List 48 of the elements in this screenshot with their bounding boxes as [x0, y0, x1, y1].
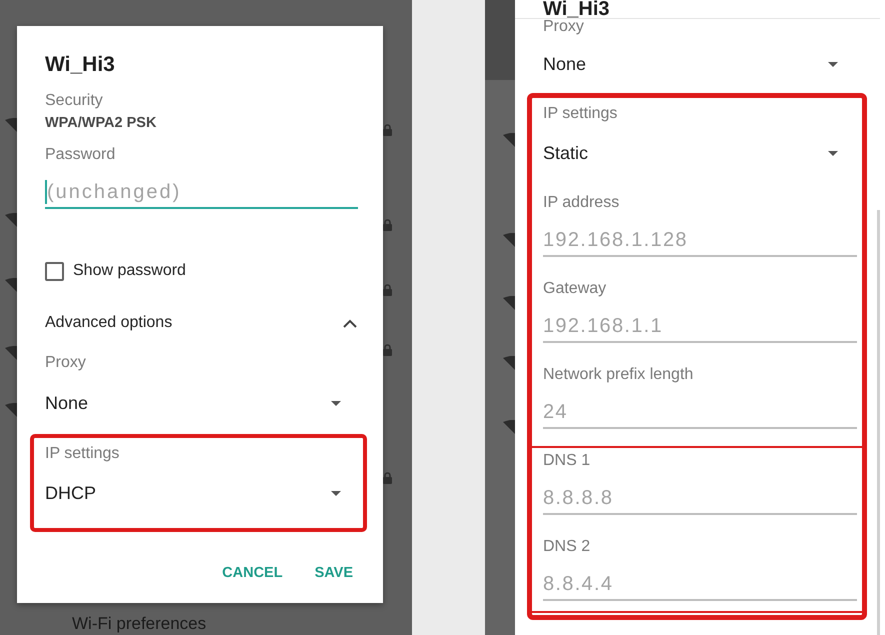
proxy-dropdown[interactable]: None — [45, 392, 358, 414]
field-label: Proxy — [45, 354, 87, 372]
text-field[interactable]: 192.168.1.1 — [543, 311, 857, 343]
text-field[interactable]: 8.8.4.4 — [543, 569, 857, 601]
checkbox[interactable] — [45, 262, 64, 280]
ip-settings-dropdown[interactable]: DHCP — [45, 482, 358, 504]
wifi-signal-icon — [503, 420, 515, 434]
field-label: IP settings — [45, 445, 120, 463]
field-label: Proxy — [543, 19, 585, 35]
dropdown-arrow-icon — [331, 490, 341, 496]
dropdown-arrow-icon — [331, 400, 341, 406]
wifi-signal-icon — [503, 233, 515, 247]
wifi-signal-icon — [503, 296, 515, 310]
wifi-signal-icon — [503, 356, 515, 370]
text-field[interactable]: 192.168.1.128 — [543, 225, 857, 257]
dialog-title: Wi_Hi3 — [45, 53, 116, 77]
lock-icon — [383, 219, 392, 231]
dropdown-arrow-icon — [828, 150, 838, 156]
wifi-signal-icon — [5, 403, 17, 417]
lock-icon — [383, 344, 392, 356]
wifi-signal-icon — [5, 213, 17, 227]
field-label: DNS 2 — [543, 538, 592, 556]
advanced-options-toggle[interactable]: Advanced options — [45, 313, 358, 333]
scrollbar[interactable] — [877, 210, 880, 635]
dialog-title: Wi_Hi3 — [543, 0, 610, 18]
wifi-signal-icon — [5, 118, 17, 132]
field-label: DNS 1 — [543, 452, 592, 470]
ip-settings-dropdown[interactable]: Static — [543, 142, 857, 164]
text-field[interactable]: 24 — [543, 397, 857, 429]
text-cursor-icon — [45, 180, 47, 204]
field-label: Gateway — [543, 280, 608, 298]
text-field[interactable]: 8.8.8.8 — [543, 483, 857, 515]
proxy-dropdown[interactable]: None — [543, 53, 857, 75]
wifi-signal-icon — [503, 133, 515, 147]
checkbox-label[interactable]: Show password — [73, 261, 186, 281]
lock-icon — [383, 472, 392, 484]
lock-icon — [383, 124, 392, 136]
wifi-signal-icon — [5, 346, 17, 360]
field-label: Security — [45, 92, 104, 110]
field-label: Network prefix length — [543, 366, 694, 384]
wifi-signal-icon — [5, 278, 17, 292]
dropdown-arrow-icon — [828, 62, 838, 66]
field-label: IP settings — [543, 105, 618, 123]
password-field[interactable]: (unchanged) — [45, 177, 358, 209]
lock-icon — [383, 284, 392, 296]
security-value: WPA/WPA2 PSK — [45, 114, 158, 132]
field-label: Password — [45, 146, 116, 164]
field-label: IP address — [543, 194, 620, 212]
